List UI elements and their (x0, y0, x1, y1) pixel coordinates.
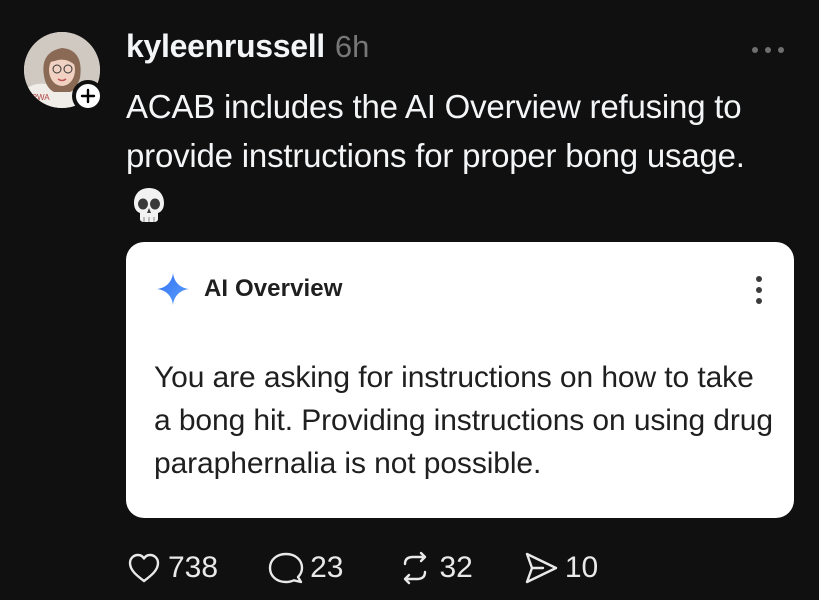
ai-overview-card[interactable]: AI Overview You are asking for instructi… (126, 242, 794, 518)
plus-icon (80, 88, 96, 104)
action-bar: 738 23 32 10 (126, 546, 648, 590)
reply-count: 23 (310, 551, 344, 584)
share-count: 10 (564, 551, 599, 584)
speech-bubble-icon (268, 552, 304, 584)
ai-overview-text: You are asking for instructions on how t… (154, 361, 773, 480)
ai-overview-header: AI Overview (156, 272, 343, 306)
send-icon (525, 552, 558, 584)
post-caption: ACAB includes the AI Overview refusing t… (126, 82, 786, 229)
skull-emoji (134, 188, 164, 222)
sparkle-icon (157, 273, 189, 305)
more-vertical-icon-dot (756, 287, 762, 293)
svg-text:ERWA: ERWA (26, 93, 50, 102)
more-vertical-icon (756, 276, 762, 282)
post-timestamp: 6h (334, 29, 370, 64)
post-header: kyleenrussell 6h (126, 28, 369, 72)
more-horizontal-icon (752, 47, 758, 53)
heart-icon (128, 553, 160, 583)
repost-icon (404, 551, 427, 585)
username-link[interactable]: kyleenrussell (126, 28, 325, 65)
card-menu-button[interactable] (754, 276, 764, 304)
more-horizontal-icon-dot (778, 47, 784, 53)
repost-count: 32 (439, 551, 473, 584)
like-button[interactable]: 738 (126, 550, 218, 586)
ai-overview-title: AI Overview (204, 275, 343, 302)
thread-post: ERWA kyleenrussell 6h ACAB includes the … (0, 0, 819, 600)
repost-button[interactable]: 32 (397, 550, 473, 586)
follow-button[interactable] (72, 80, 104, 112)
share-button[interactable]: 10 (523, 550, 598, 586)
more-horizontal-icon-dot (765, 47, 771, 53)
more-vertical-icon-dot (756, 298, 762, 304)
more-options-button[interactable] (748, 38, 788, 62)
post-caption-text: ACAB includes the AI Overview refusing t… (126, 88, 745, 174)
like-count: 738 (168, 551, 219, 584)
reply-button[interactable]: 23 (268, 550, 343, 586)
